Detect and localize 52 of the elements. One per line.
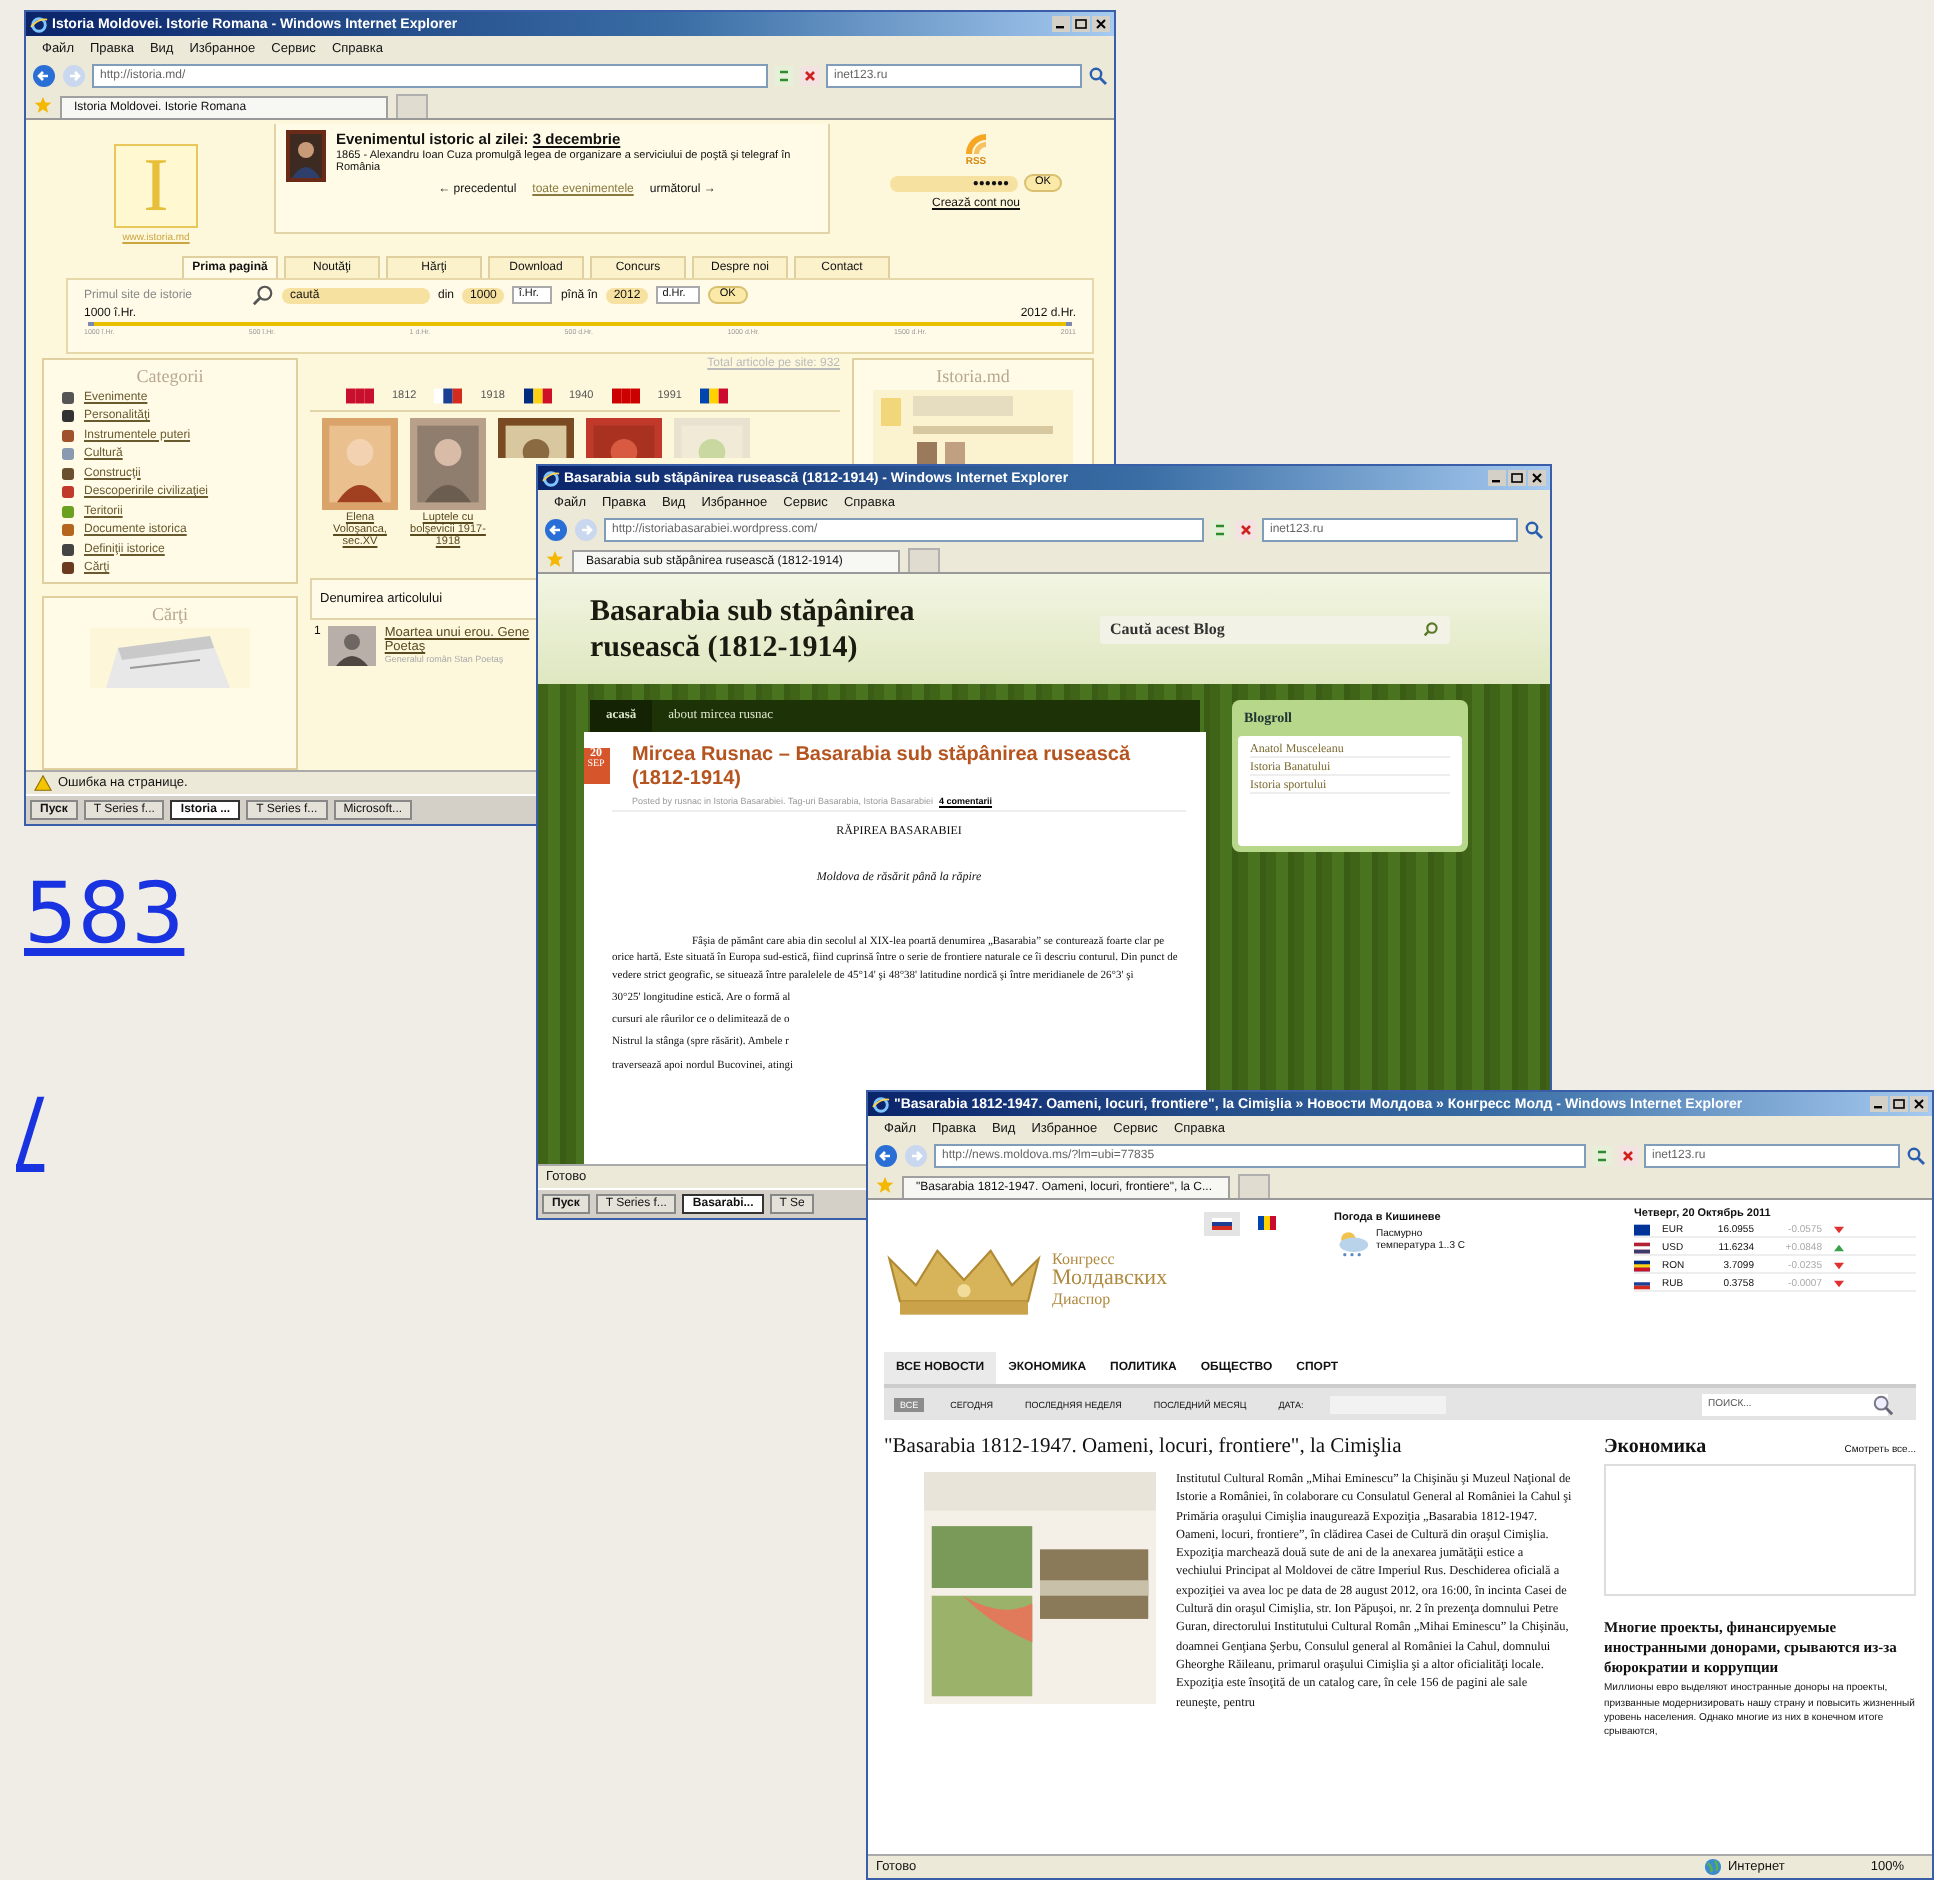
refresh-icon[interactable] xyxy=(1210,519,1230,539)
back-icon[interactable] xyxy=(544,517,568,541)
maximize-icon[interactable] xyxy=(1072,16,1090,32)
panel-title: Istoria.md xyxy=(934,366,1012,386)
panel-title: Categorii xyxy=(134,366,206,386)
page-link[interactable]: 583 xyxy=(24,872,185,956)
flag-icon xyxy=(1634,1260,1650,1272)
globe-icon xyxy=(1704,1858,1722,1876)
ie-icon xyxy=(872,1095,890,1113)
search-field[interactable]: Caută acest Blog xyxy=(1100,615,1450,643)
refresh-icon[interactable] xyxy=(774,65,794,85)
post-title[interactable]: Mircea Rusnac – Basarabia sub stăpânirea rusească (1812-1914) xyxy=(612,744,1186,790)
stop-icon[interactable] xyxy=(1618,1145,1638,1165)
refresh-icon[interactable] xyxy=(1592,1145,1612,1165)
minimize-icon[interactable] xyxy=(1488,470,1506,486)
minimize-icon[interactable] xyxy=(1870,1096,1888,1112)
star-icon[interactable] xyxy=(876,1175,894,1193)
ie-icon xyxy=(30,15,48,33)
flag-icon xyxy=(1634,1242,1650,1254)
maximize-icon[interactable] xyxy=(1890,1096,1908,1112)
timeline-slider[interactable] xyxy=(88,322,1072,326)
star-icon[interactable] xyxy=(34,95,52,113)
search-icon xyxy=(252,284,274,306)
search-icon[interactable] xyxy=(1906,1145,1926,1165)
flag-icon xyxy=(1634,1278,1650,1290)
stop-icon[interactable] xyxy=(800,65,820,85)
close-icon[interactable] xyxy=(1528,470,1546,486)
search-icon[interactable] xyxy=(1088,65,1108,85)
close-icon[interactable] xyxy=(1092,16,1110,32)
search-icon[interactable] xyxy=(1872,1393,1894,1415)
cloud-snow-icon xyxy=(1334,1228,1370,1258)
language-flag-icon[interactable] xyxy=(1204,1212,1240,1236)
ie-icon xyxy=(542,469,560,487)
flag-icon[interactable] xyxy=(434,388,463,404)
panel-title: Cărţi xyxy=(150,604,190,624)
maximize-icon[interactable] xyxy=(1508,470,1526,486)
page-link[interactable]: / xyxy=(16,1088,45,1172)
section-title: Экономика xyxy=(1604,1436,1707,1458)
minimize-icon[interactable] xyxy=(1052,16,1070,32)
back-icon[interactable] xyxy=(874,1143,898,1167)
flag-icon[interactable] xyxy=(700,388,728,404)
flag-icon[interactable] xyxy=(611,388,640,404)
stop-icon[interactable] xyxy=(1236,519,1256,539)
blog-title[interactable]: Basarabia sub stăpânirea rusească (1812-1914) xyxy=(590,593,1010,665)
search-icon[interactable] xyxy=(1524,519,1544,539)
close-icon[interactable] xyxy=(1910,1096,1928,1112)
search-icon[interactable] xyxy=(1422,620,1440,638)
back-icon[interactable] xyxy=(32,63,56,87)
flag-icon xyxy=(1634,1224,1650,1236)
article-headline: "Basarabia 1812-1947. Oameni, locuri, frontiere", la Cimişlia xyxy=(884,1436,1404,1458)
flag-icon[interactable] xyxy=(523,388,551,404)
star-icon[interactable] xyxy=(546,549,564,567)
